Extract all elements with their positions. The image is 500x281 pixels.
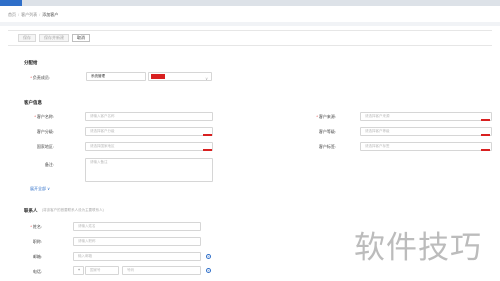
contact-email-input[interactable]: 输入邮箱 xyxy=(73,252,201,261)
customer-source-select[interactable]: 请选择客户来源 xyxy=(360,112,492,121)
expand-all-link[interactable]: 展开全部 ∨ xyxy=(30,186,50,192)
redaction-mark xyxy=(203,149,212,151)
customer-level-label: 客户等级: xyxy=(318,129,336,134)
customer-tag-label: 客户标签: xyxy=(318,144,336,149)
contact-title-input[interactable]: 请输入职称 xyxy=(73,237,201,246)
customer-name-label: *客户名称: xyxy=(34,114,54,119)
breadcrumb-customer-list[interactable]: 客户列表 xyxy=(21,12,37,18)
redaction-mark xyxy=(151,74,165,79)
add-email-icon[interactable]: + xyxy=(206,254,211,259)
phone-country-input[interactable]: 国家号 xyxy=(85,266,119,275)
phone-code-prefix: + xyxy=(73,266,84,275)
contact-name-input[interactable]: 请输入姓名 xyxy=(73,222,201,231)
section-contacts: 联系人 xyxy=(24,208,38,213)
breadcrumb-separator: / xyxy=(18,12,20,17)
owner-label: *负责成员: xyxy=(30,75,50,80)
customer-level-select[interactable]: 请选择客户等级 xyxy=(360,127,492,136)
header-divider xyxy=(0,22,500,26)
breadcrumb-home[interactable]: 首页 xyxy=(8,12,16,18)
redaction-mark xyxy=(203,134,212,136)
contact-phone-label: 电话: xyxy=(32,269,42,274)
region-label: 国家地区: xyxy=(36,144,54,149)
redaction-mark xyxy=(481,134,490,136)
contact-title-label: 职称: xyxy=(32,239,42,244)
save-button[interactable]: 保存 xyxy=(18,34,36,42)
section-allocation: 分配给 xyxy=(24,60,38,65)
top-bar-accent xyxy=(0,0,22,6)
note-label: 备注: xyxy=(44,162,54,167)
contact-name-label: *姓名: xyxy=(30,224,42,229)
contact-email-label: 邮箱: xyxy=(32,254,42,259)
owner-input[interactable]: 系统管理 xyxy=(86,72,146,81)
breadcrumb-current: 添加客户 xyxy=(42,12,59,17)
redaction-mark xyxy=(481,149,490,151)
note-textarea[interactable]: 请输入备注 xyxy=(85,158,213,182)
redaction-mark xyxy=(481,119,490,121)
top-bar xyxy=(0,0,500,6)
form-toolbar: 保存 保存并新建 取消 xyxy=(8,30,492,46)
section-customer-info: 客户信息 xyxy=(24,100,42,105)
watermark: 软件技巧 xyxy=(354,230,482,266)
customer-tag-select[interactable]: 请选择客户标签 xyxy=(360,142,492,151)
cancel-button[interactable]: 取消 xyxy=(72,34,90,42)
customer-source-label: *客户来源: xyxy=(316,114,336,119)
add-phone-icon[interactable]: + xyxy=(206,268,211,273)
contacts-hint: (将该客户的首要联系人设为主要联系人) xyxy=(42,208,104,212)
breadcrumb: 首页 / 客户列表 / 添加客户 xyxy=(8,12,58,18)
customer-name-input[interactable]: 请输入客户名称 xyxy=(85,112,213,121)
phone-number-input[interactable]: 号码 xyxy=(122,266,201,275)
chevron-down-icon: ∨ xyxy=(205,76,208,81)
customer-category-label: 客户分级: xyxy=(36,129,54,134)
chevron-down-icon: ∨ xyxy=(47,186,51,191)
region-select[interactable]: 请选择国家地区 xyxy=(85,142,213,151)
customer-category-select[interactable]: 请选择客户分级 xyxy=(85,127,213,136)
save-and-new-button[interactable]: 保存并新建 xyxy=(39,34,69,42)
breadcrumb-separator: / xyxy=(39,12,41,17)
